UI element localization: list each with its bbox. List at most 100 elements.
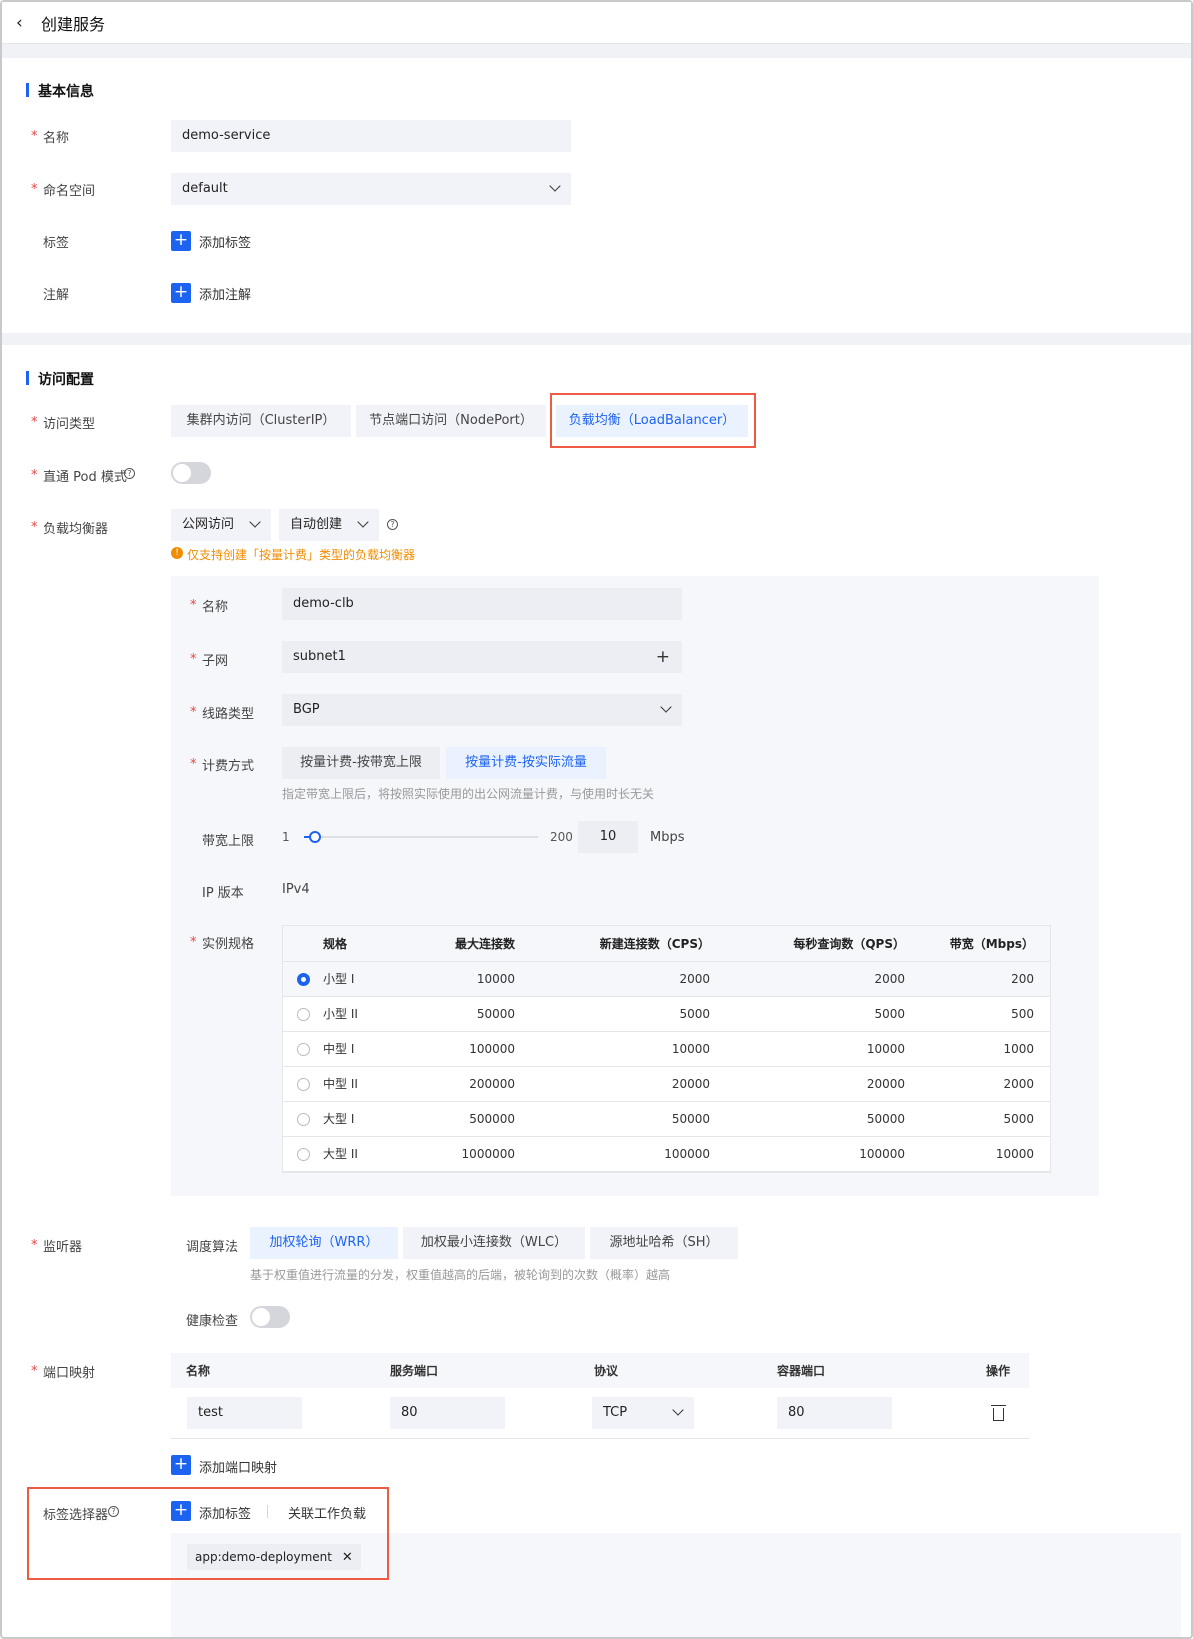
labels-label: 标签 bbox=[43, 236, 70, 251]
container-port-input[interactable]: 80 bbox=[777, 1397, 892, 1429]
trash-icon[interactable] bbox=[991, 1405, 1006, 1421]
algo-label: 调度算法 bbox=[186, 1240, 239, 1255]
add-port-mapping-button[interactable]: 添加端口映射 bbox=[199, 1457, 277, 1476]
chevron-down-icon bbox=[660, 701, 672, 713]
plus-icon[interactable]: + bbox=[656, 641, 670, 673]
table-cell: 10000 bbox=[921, 1136, 1050, 1172]
table-row[interactable]: 大型 I 500000 50000 50000 5000 bbox=[283, 1101, 1050, 1137]
table-cell: 2000 bbox=[921, 1066, 1050, 1102]
back-arrow-icon[interactable]: ‹ bbox=[16, 14, 32, 32]
service-name-input[interactable]: demo-service bbox=[171, 120, 571, 152]
table-cell: 2000 bbox=[531, 961, 726, 997]
table-header-cell: 规格 bbox=[323, 926, 423, 962]
table-cell: 5000 bbox=[726, 996, 921, 1032]
table-header-cell: 带宽（Mbps） bbox=[921, 926, 1050, 962]
radio-button[interactable] bbox=[296, 1147, 310, 1161]
table-cell: 中型 II bbox=[323, 1066, 423, 1102]
load-balancer-label: 负载均衡器 bbox=[31, 518, 108, 537]
subnet-label: 子网 bbox=[190, 650, 228, 669]
ip-version-value: IPv4 bbox=[282, 882, 310, 897]
table-cell: 大型 I bbox=[323, 1101, 423, 1137]
bandwidth-label: 带宽上限 bbox=[202, 834, 255, 849]
section-marker bbox=[26, 371, 29, 385]
access-type-clusterip[interactable]: 集群内访问（ClusterIP） bbox=[171, 405, 351, 437]
port-table-header: 名称 服务端口 协议 容器端口 操作 bbox=[171, 1353, 1029, 1388]
line-type-select[interactable]: BGP bbox=[282, 694, 682, 726]
table-header-cell: 每秒查询数（QPS） bbox=[726, 926, 921, 962]
table-cell: 5000 bbox=[531, 996, 726, 1032]
table-cell: 2000 bbox=[726, 961, 921, 997]
chevron-down-icon bbox=[549, 180, 561, 192]
billing-label: 计费方式 bbox=[190, 755, 254, 774]
lb-warning-text: 仅支持创建「按量计费」类型的负载均衡器 bbox=[187, 548, 416, 562]
table-cell: 100000 bbox=[726, 1136, 921, 1172]
table-row[interactable]: 大型 II 1000000 100000 100000 10000 bbox=[283, 1136, 1050, 1172]
table-cell: 中型 I bbox=[323, 1031, 423, 1067]
lb-access-select[interactable]: 公网访问 bbox=[171, 509, 271, 541]
service-port-input[interactable]: 80 bbox=[390, 1397, 505, 1429]
bandwidth-slider-handle[interactable] bbox=[308, 831, 321, 843]
table-header-cell: 名称 bbox=[186, 1364, 211, 1378]
table-row[interactable]: 中型 I 100000 10000 10000 1000 bbox=[283, 1031, 1050, 1067]
spec-radio-cell bbox=[283, 1031, 323, 1067]
table-header-cell: 服务端口 bbox=[390, 1364, 439, 1378]
lb-name-input[interactable]: demo-clb bbox=[282, 588, 682, 620]
radio-button[interactable] bbox=[296, 1077, 310, 1091]
table-header-row: 规格 最大连接数 新建连接数（CPS） 每秒查询数（QPS） 带宽（Mbps） bbox=[283, 926, 1050, 962]
warning-icon: ! bbox=[171, 547, 183, 559]
page-title: 创建服务 bbox=[41, 15, 106, 34]
lb-name-label: 名称 bbox=[190, 596, 228, 615]
table-row[interactable]: 小型 II 50000 5000 5000 500 bbox=[283, 996, 1050, 1032]
help-icon[interactable]: ? bbox=[387, 519, 398, 530]
subnet-select[interactable]: subnet1 + bbox=[282, 641, 682, 673]
bandwidth-slider-track[interactable] bbox=[304, 836, 538, 838]
add-label-button[interactable]: 添加标签 bbox=[199, 232, 251, 251]
lb-create-select[interactable]: 自动创建 bbox=[279, 509, 379, 541]
table-cell: 小型 II bbox=[323, 996, 423, 1032]
help-icon[interactable]: ? bbox=[124, 468, 135, 479]
namespace-select[interactable]: default bbox=[171, 173, 571, 205]
line-type-label: 线路类型 bbox=[190, 703, 254, 722]
health-check-label: 健康检查 bbox=[186, 1314, 239, 1329]
table-cell: 100000 bbox=[423, 1031, 531, 1067]
namespace-label: 命名空间 bbox=[31, 180, 95, 199]
page-header: ‹ 创建服务 bbox=[2, 2, 1191, 44]
ip-version-label: IP 版本 bbox=[202, 886, 244, 901]
spec-radio-cell bbox=[283, 961, 323, 997]
pod-direct-toggle[interactable] bbox=[171, 462, 211, 484]
lb-create-value: 自动创建 bbox=[290, 517, 343, 532]
lb-access-value: 公网访问 bbox=[182, 517, 235, 532]
radio-button[interactable] bbox=[296, 972, 310, 986]
add-annotation-button[interactable]: 添加注解 bbox=[199, 284, 251, 303]
table-row[interactable]: 中型 II 200000 20000 20000 2000 bbox=[283, 1066, 1050, 1102]
table-row[interactable]: 小型 I 10000 2000 2000 200 bbox=[283, 961, 1050, 997]
plus-icon[interactable]: + bbox=[171, 231, 191, 251]
annotations-label: 注解 bbox=[43, 288, 70, 303]
line-type-value: BGP bbox=[293, 702, 320, 717]
plus-icon[interactable]: + bbox=[171, 283, 191, 303]
health-check-toggle[interactable] bbox=[250, 1306, 290, 1328]
table-cell: 1000000 bbox=[423, 1136, 531, 1172]
table-cell: 10000 bbox=[531, 1031, 726, 1067]
billing-hint: 指定带宽上限后，将按照实际使用的出公网流量计费，与使用时长无关 bbox=[282, 787, 655, 801]
radio-button[interactable] bbox=[296, 1007, 310, 1021]
radio-button[interactable] bbox=[296, 1042, 310, 1056]
billing-bandwidth-cap[interactable]: 按量计费-按带宽上限 bbox=[282, 747, 440, 779]
table-cell: 50000 bbox=[726, 1101, 921, 1137]
port-name-input[interactable]: test bbox=[187, 1397, 302, 1429]
plus-icon[interactable]: + bbox=[171, 1455, 191, 1475]
algo-sh[interactable]: 源地址哈希（SH） bbox=[590, 1227, 738, 1259]
protocol-select[interactable]: TCP bbox=[592, 1397, 694, 1429]
chevron-down-icon bbox=[357, 516, 369, 528]
protocol-value: TCP bbox=[603, 1405, 628, 1420]
access-type-nodeport[interactable]: 节点端口访问（NodePort） bbox=[356, 405, 546, 437]
algo-wlc[interactable]: 加权最小连接数（WLC） bbox=[403, 1227, 585, 1259]
table-cell: 20000 bbox=[531, 1066, 726, 1102]
section-marker bbox=[26, 83, 29, 97]
bandwidth-input[interactable]: 10 bbox=[578, 821, 638, 853]
algo-wrr[interactable]: 加权轮询（WRR） bbox=[250, 1227, 398, 1259]
table-header-cell: 最大连接数 bbox=[423, 926, 531, 962]
radio-button[interactable] bbox=[296, 1112, 310, 1126]
billing-actual-traffic[interactable]: 按量计费-按实际流量 bbox=[446, 747, 606, 779]
table-header-cell: 操作 bbox=[986, 1364, 1011, 1378]
